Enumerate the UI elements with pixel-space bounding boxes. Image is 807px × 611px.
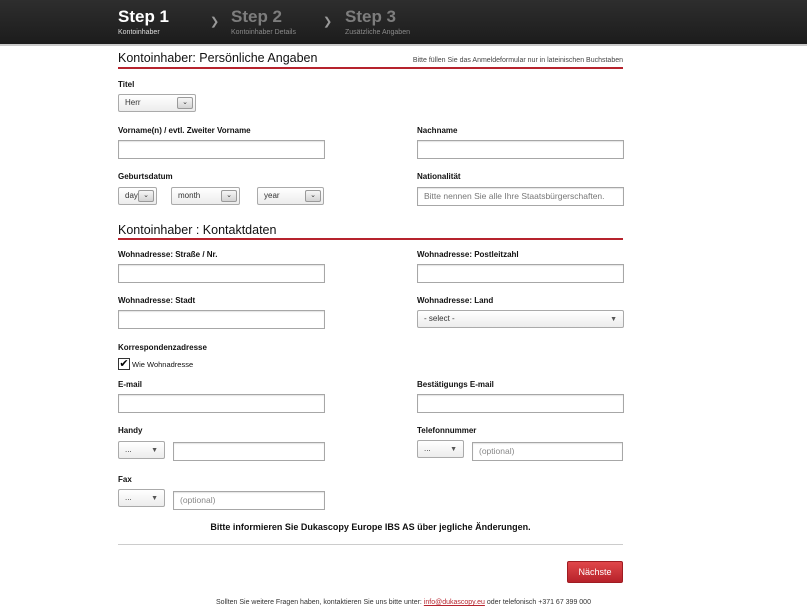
stadt-input[interactable] [118, 310, 325, 329]
section-personal-title: Kontoinhaber: Persönliche Angaben [118, 51, 318, 65]
change-notice: Bitte informieren Sie Dukascopy Europe I… [210, 522, 531, 532]
telefon-input[interactable]: (optional) [472, 442, 623, 461]
step-3-label: Step 3 [345, 7, 397, 26]
telefon-code-select[interactable]: ... ▼ [417, 440, 464, 458]
telefon-label: Telefonnummer [417, 426, 477, 435]
year-select[interactable]: year ⌄ [257, 187, 324, 205]
strasse-input[interactable] [118, 264, 325, 283]
chevron-right-icon: ❯ [323, 16, 333, 28]
footer: Sollten Sie weitere Fragen haben, kontak… [0, 599, 807, 606]
stadt-label: Wohnadresse: Stadt [118, 296, 196, 305]
form-divider [118, 544, 623, 545]
step-1-label: Step 1 [118, 7, 170, 26]
titel-value: Herr [125, 98, 141, 107]
day-value: day [125, 191, 138, 200]
next-button[interactable]: Nächste [567, 561, 623, 583]
year-value: year [264, 191, 280, 200]
fax-label: Fax [118, 475, 132, 484]
nachname-label: Nachname [417, 126, 458, 135]
email-input[interactable] [118, 394, 325, 413]
geburtsdatum-label: Geburtsdatum [118, 172, 173, 181]
step-2-sub: Kontoinhaber Details [231, 29, 296, 36]
wie-wohnadresse-checkbox[interactable]: ✔ [118, 358, 130, 370]
handy-code-select[interactable]: ... ▼ [118, 441, 165, 459]
section-divider [118, 67, 623, 69]
month-select[interactable]: month ⌄ [171, 187, 240, 205]
step-3-sub: Zusätzliche Angaben [345, 29, 410, 36]
handy-label: Handy [118, 426, 143, 435]
titel-label: Titel [118, 80, 135, 89]
footer-phone: oder telefonisch +371 67 399 000 [486, 599, 591, 606]
chevron-down-icon: ▼ [450, 446, 457, 453]
chevron-down-icon: ▼ [151, 447, 158, 454]
step-2[interactable]: Step 2 Kontoinhaber Details [231, 6, 296, 38]
chevron-down-icon: ⌄ [305, 190, 321, 202]
korrespondenz-label: Korrespondenzadresse [118, 343, 207, 352]
section-divider [118, 238, 623, 240]
handy-input[interactable] [173, 442, 325, 461]
email-confirm-label: Bestätigungs E-mail [417, 380, 494, 389]
telefon-code-value: ... [424, 444, 431, 453]
step-1[interactable]: Step 1 Kontoinhaber [118, 6, 169, 38]
titel-select[interactable]: Herr ⌄ [118, 94, 196, 112]
land-select[interactable]: - select - ▼ [417, 310, 624, 328]
fax-input[interactable]: (optional) [173, 491, 325, 510]
nachname-input[interactable] [417, 140, 624, 159]
step-2-label: Step 2 [231, 7, 283, 26]
chevron-right-icon: ❯ [210, 16, 220, 28]
month-value: month [178, 191, 201, 200]
email-label: E-mail [118, 380, 143, 389]
step-3[interactable]: Step 3 Zusätzliche Angaben [345, 6, 410, 38]
chevron-down-icon: ▼ [610, 316, 617, 323]
footer-email-link[interactable]: info@dukascopy.eu [424, 599, 485, 606]
land-label: Wohnadresse: Land [417, 296, 494, 305]
fax-code-value: ... [125, 493, 132, 502]
chevron-down-icon: ⌄ [138, 190, 154, 202]
fax-code-select[interactable]: ... ▼ [118, 489, 165, 507]
land-value: - select - [424, 314, 455, 323]
plz-input[interactable] [417, 264, 624, 283]
day-select[interactable]: day ⌄ [118, 187, 157, 205]
handy-code-value: ... [125, 445, 132, 454]
chevron-down-icon: ⌄ [177, 97, 193, 109]
plz-label: Wohnadresse: Postleitzahl [417, 250, 519, 259]
vorname-label: Vorname(n) / evtl. Zweiter Vorname [118, 126, 251, 135]
vorname-input[interactable] [118, 140, 325, 159]
step-1-sub: Kontoinhaber [118, 29, 160, 36]
steps-bar: Step 1 Kontoinhaber ❯ Step 2 Kontoinhabe… [0, 0, 807, 46]
section-personal-note: Bitte füllen Sie das Anmeldeformular nur… [412, 57, 623, 64]
nationalitaet-input[interactable]: Bitte nennen Sie alle Ihre Staatsbürgers… [417, 187, 624, 206]
nationalitaet-label: Nationalität [417, 172, 461, 181]
chevron-down-icon: ▼ [151, 495, 158, 502]
chevron-down-icon: ⌄ [221, 190, 237, 202]
footer-text: Sollten Sie weitere Fragen haben, kontak… [216, 599, 422, 606]
wie-wohnadresse-label: Wie Wohnadresse [132, 360, 194, 369]
section-contact-title: Kontoinhaber : Kontaktdaten [118, 223, 277, 237]
strasse-label: Wohnadresse: Straße / Nr. [118, 250, 218, 259]
email-confirm-input[interactable] [417, 394, 624, 413]
